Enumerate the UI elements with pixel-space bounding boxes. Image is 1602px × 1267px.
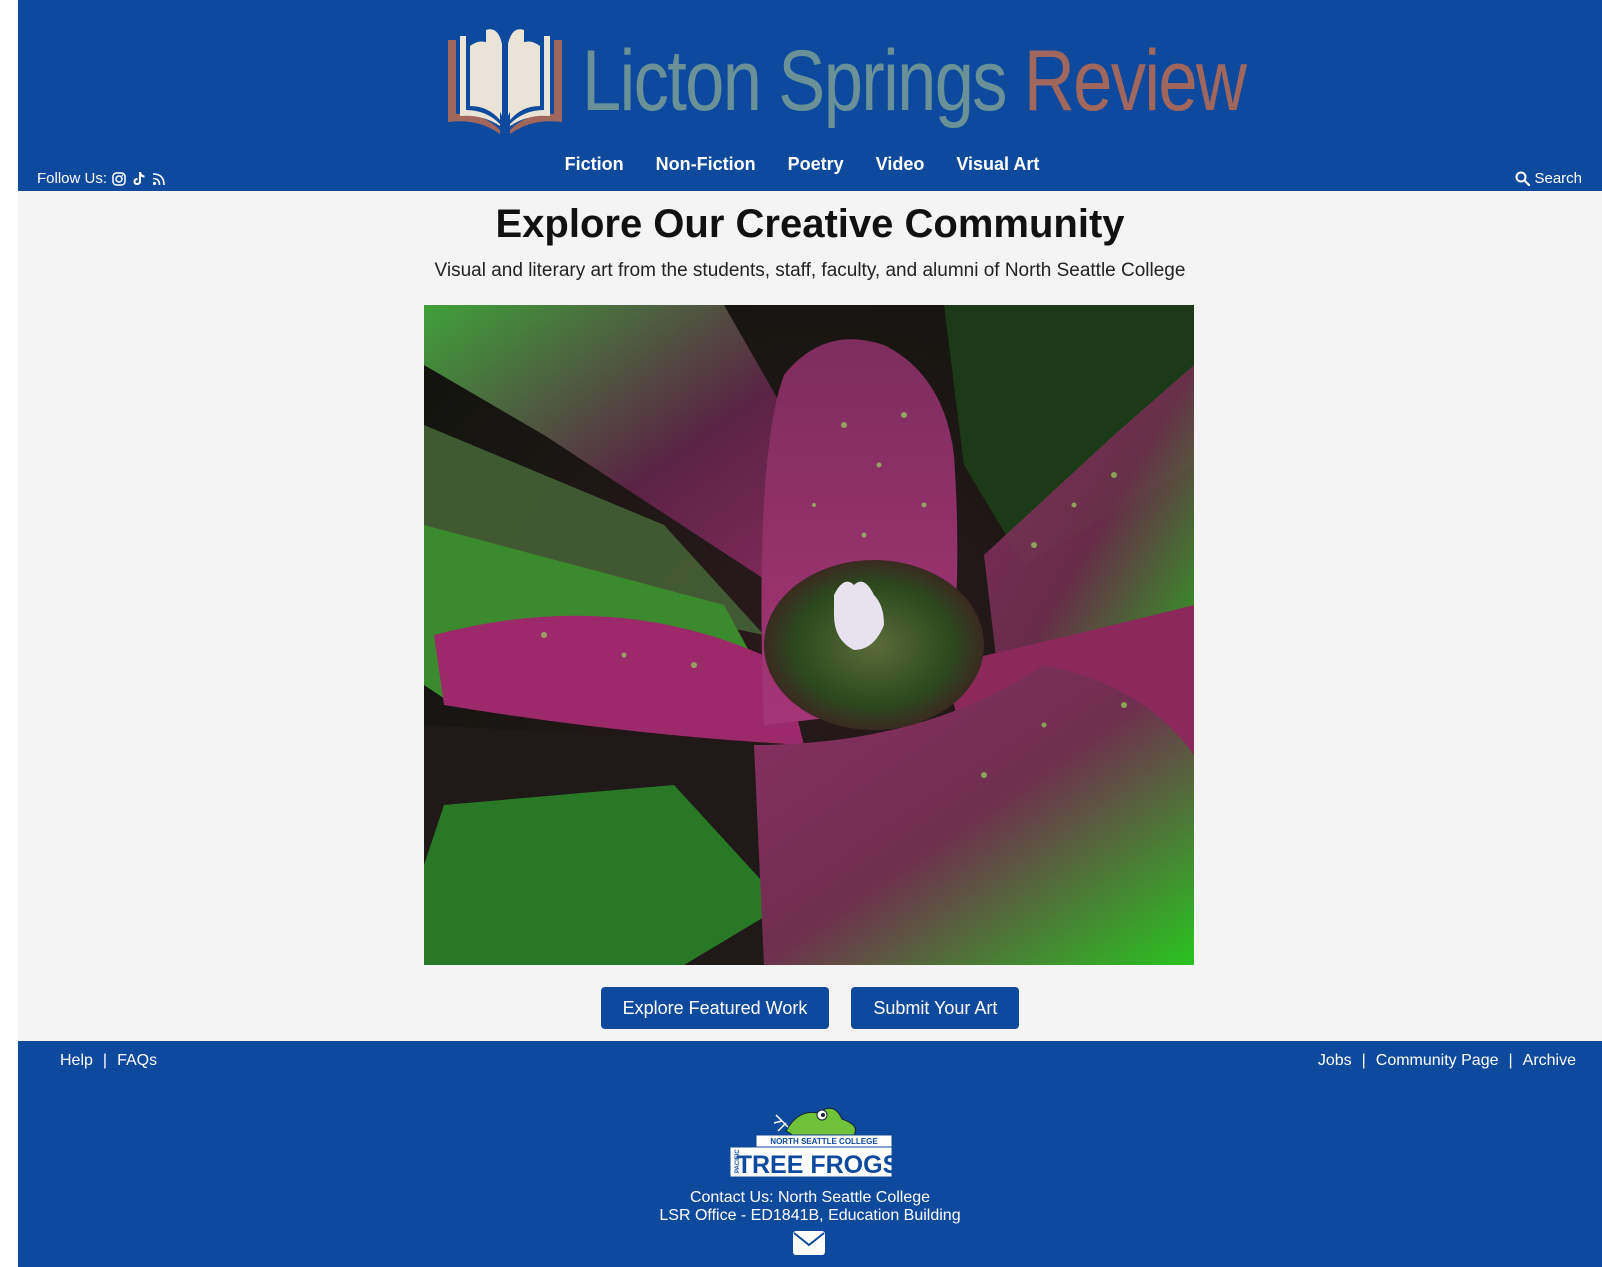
explore-featured-work-button[interactable]: Explore Featured Work [600, 987, 830, 1029]
hero-image [424, 305, 1194, 965]
email-icon[interactable] [792, 1230, 826, 1256]
book-logo-icon [448, 28, 562, 134]
site-title: Licton Springs Review [582, 38, 1247, 124]
nav-poetry[interactable]: Poetry [788, 154, 844, 175]
link-separator: | [1508, 1052, 1513, 1069]
footer-right-links: Jobs | Community Page | Archive [1318, 1052, 1576, 1070]
tree-frogs-logo[interactable]: NORTH SEATTLE COLLEGE PACIFIC TREE FROGS [726, 1091, 894, 1181]
site-header: Licton Springs Review Follow Us: Fiction… [18, 0, 1602, 191]
page: Licton Springs Review Follow Us: Fiction… [18, 0, 1602, 1267]
cta-buttons: Explore Featured Work Submit Your Art [18, 987, 1602, 1029]
page-subtitle: Visual and literary art from the student… [434, 260, 1186, 281]
contact-line-2: LSR Office - ED1841B, Education Building [659, 1207, 961, 1224]
submit-your-art-button[interactable]: Submit Your Art [851, 987, 1020, 1029]
search-icon [1515, 171, 1531, 186]
frog-logo-main-text: TREE FROGS [737, 1151, 894, 1179]
site-logo[interactable]: Licton Springs Review [442, 18, 1391, 143]
footer-link-archive[interactable]: Archive [1523, 1052, 1576, 1069]
page-title: Explore Our Creative Community [495, 202, 1125, 246]
link-separator: | [1361, 1052, 1366, 1069]
frog-logo-top-text: NORTH SEATTLE COLLEGE [770, 1137, 878, 1146]
footer-link-community-page[interactable]: Community Page [1376, 1052, 1499, 1069]
nav-non-fiction[interactable]: Non-Fiction [656, 154, 756, 175]
site-footer: Help | FAQs Jobs | Community Page | Archive NO… [18, 1041, 1602, 1267]
contact-info: Contact Us: North Seattle College LSR Of… [18, 1189, 1602, 1225]
footer-link-help[interactable]: Help [60, 1052, 93, 1069]
site-title-part1: Licton Springs [582, 32, 1008, 129]
link-separator: | [102, 1052, 108, 1069]
nav-visual-art[interactable]: Visual Art [956, 154, 1039, 175]
main-nav: Fiction Non-Fiction Poetry Video Visual … [18, 154, 1602, 175]
nav-video[interactable]: Video [876, 154, 925, 175]
site-title-part2: Review [1023, 32, 1247, 129]
search-label: Search [1534, 170, 1582, 187]
footer-link-faqs[interactable]: FAQs [117, 1052, 157, 1069]
search-link[interactable]: Search [1515, 170, 1582, 187]
nav-fiction[interactable]: Fiction [565, 154, 624, 175]
footer-left-links: Help | FAQs [60, 1052, 157, 1070]
contact-line-1: Contact Us: North Seattle College [689, 1189, 931, 1206]
footer-link-jobs[interactable]: Jobs [1318, 1052, 1352, 1069]
